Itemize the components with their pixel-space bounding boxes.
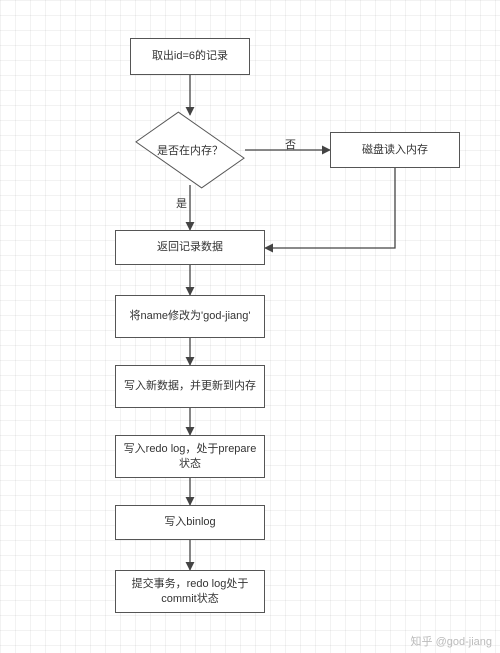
- edge-label-no: 否: [285, 136, 296, 152]
- node-label: 提交事务，redo log处于commit状态: [122, 577, 258, 606]
- node-label: 写入新数据，并更新到内存: [124, 379, 256, 393]
- node-label: 写入redo log，处于prepare状态: [122, 442, 258, 471]
- node-fetch-record: 取出id=6的记录: [130, 38, 250, 75]
- node-label: 磁盘读入内存: [362, 143, 428, 157]
- node-label: 是否在内存？: [157, 142, 223, 158]
- node-label: 取出id=6的记录: [152, 49, 228, 63]
- node-write-new-data: 写入新数据，并更新到内存: [115, 365, 265, 408]
- node-write-redo-log-prepare: 写入redo log，处于prepare状态: [115, 435, 265, 478]
- node-label: 返回记录数据: [157, 240, 223, 254]
- node-return-record: 返回记录数据: [115, 230, 265, 265]
- watermark: 知乎 @god-jiang: [411, 633, 492, 649]
- node-load-from-disk: 磁盘读入内存: [330, 132, 460, 168]
- node-write-binlog: 写入binlog: [115, 505, 265, 540]
- edge-label-yes: 是: [176, 195, 187, 211]
- node-label: 将name修改为'god-jiang': [130, 309, 251, 323]
- node-update-name: 将name修改为'god-jiang': [115, 295, 265, 338]
- node-decision-in-memory: 是否在内存？: [135, 115, 245, 185]
- node-commit: 提交事务，redo log处于commit状态: [115, 570, 265, 613]
- node-label: 写入binlog: [164, 515, 215, 529]
